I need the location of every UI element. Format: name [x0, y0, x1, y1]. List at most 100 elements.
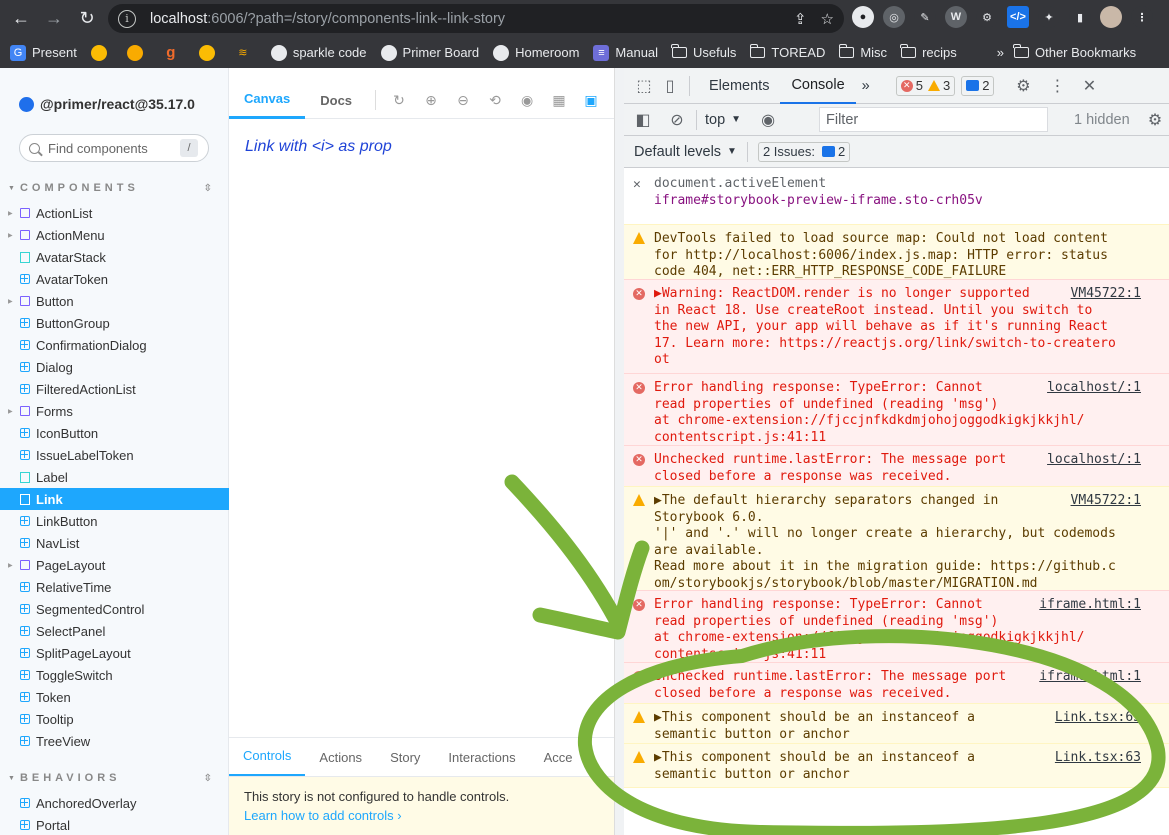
device-toolbar-icon[interactable]: ▯: [659, 75, 681, 97]
tab-elements[interactable]: Elements: [698, 68, 780, 104]
expand-collapse-icon[interactable]: ⇳: [204, 183, 212, 194]
filter-input[interactable]: Filter: [819, 107, 1048, 132]
bookmark-icon-face[interactable]: [126, 44, 149, 61]
console-entry[interactable]: ✕ Error handling response: TypeError: Can…: [624, 373, 1169, 451]
behaviors-section-header[interactable]: ▼ BEHAVIORS ⇳: [8, 772, 212, 784]
sidebar-item-actionmenu[interactable]: ▶ ActionMenu: [0, 224, 229, 246]
sidebar-item-button[interactable]: ▶ Button: [0, 290, 229, 312]
components-section-header[interactable]: ▼ COMPONENTS ⇳: [8, 182, 212, 194]
error-warning-badge[interactable]: ✕ 5 3: [895, 75, 956, 96]
source-link[interactable]: Link.tsx:63: [1048, 750, 1141, 767]
bookmark-misc[interactable]: Misc: [838, 44, 887, 60]
grid-icon[interactable]: ▦: [550, 91, 568, 109]
tab-console[interactable]: Console: [780, 68, 856, 104]
bookmark-present[interactable]: G Present: [10, 44, 77, 61]
accessibility-icon[interactable]: ◉: [518, 91, 536, 109]
issues-button[interactable]: 2 Issues: 2: [757, 141, 851, 162]
extension-icon[interactable]: W: [945, 6, 967, 28]
more-tabs-button[interactable]: »: [856, 68, 876, 104]
sidebar-item-token[interactable]: Token: [0, 686, 229, 708]
more-options-icon[interactable]: ⋮: [1046, 75, 1068, 97]
console-entry[interactable]: ✕ Error handling response: TypeError: Can…: [624, 590, 1169, 668]
sidebar-item-pagelayout[interactable]: ▶ PageLayout: [0, 554, 229, 576]
bookmark-manual[interactable]: ≡ Manual: [593, 44, 658, 61]
side-panel-icon[interactable]: ▮: [1069, 6, 1091, 28]
extension-icon[interactable]: ✎: [914, 6, 936, 28]
share-icon[interactable]: ⇪: [794, 10, 807, 28]
learn-controls-link[interactable]: Learn how to add controls ›: [244, 808, 608, 823]
bookmark-toread[interactable]: TOREAD: [749, 44, 825, 60]
remount-icon[interactable]: ↻: [390, 91, 408, 109]
zoom-in-icon[interactable]: ⊕: [422, 91, 440, 109]
levels-select[interactable]: Default levels ▼: [634, 144, 737, 160]
source-link[interactable]: localhost/:1: [1041, 452, 1141, 469]
close-icon[interactable]: ✕: [1078, 75, 1100, 97]
sidebar-item-navlist[interactable]: NavList: [0, 532, 229, 554]
tab-story[interactable]: Story: [376, 738, 434, 776]
sidebar-item-iconbutton[interactable]: IconButton: [0, 422, 229, 444]
sidebar-item-issuelabeltoken[interactable]: IssueLabelToken: [0, 444, 229, 466]
extension-icon[interactable]: ●: [852, 6, 874, 28]
console-entry[interactable]: ✕ Unchecked runtime.lastError: The messag…: [624, 445, 1169, 490]
context-select[interactable]: top ▼: [705, 112, 741, 128]
code-extension-icon[interactable]: </>: [1007, 6, 1029, 28]
settings-icon[interactable]: ⚙: [1012, 75, 1034, 97]
sidebar-item-linkbutton[interactable]: LinkButton: [0, 510, 229, 532]
inspect-element-icon[interactable]: ⬚: [633, 75, 655, 97]
menu-icon[interactable]: ⋮: [1131, 6, 1153, 28]
sidebar-item-relativetime[interactable]: RelativeTime: [0, 576, 229, 598]
sidebar-item-anchoredoverlay[interactable]: AnchoredOverlay: [0, 792, 229, 814]
brand[interactable]: @primer/react@35.17.0: [19, 96, 195, 112]
sidebar-item-avatarstack[interactable]: AvatarStack: [0, 246, 229, 268]
sidebar-item-link[interactable]: Link: [0, 488, 229, 510]
link-story-preview[interactable]: Link with <i> as prop: [245, 138, 392, 156]
messages-badge[interactable]: 2: [961, 75, 995, 96]
background-icon[interactable]: ▣: [582, 91, 600, 109]
bookmark-usefuls[interactable]: Usefuls: [671, 44, 736, 60]
source-link[interactable]: VM45722:1: [1064, 286, 1141, 303]
bookmark-icon-stack[interactable]: ≋: [235, 45, 257, 61]
search-input[interactable]: Find components /: [19, 134, 209, 162]
source-link[interactable]: iframe.html:1: [1033, 597, 1141, 614]
sidebar-item-actionlist[interactable]: ▶ ActionList: [0, 202, 229, 224]
clear-console-icon[interactable]: ⊘: [666, 109, 688, 131]
console-entry[interactable]: ✕ ▶Warning: ReactDOM.render is no longer …: [624, 279, 1169, 374]
sidebar-item-selectpanel[interactable]: SelectPanel: [0, 620, 229, 642]
sidebar-item-treeview[interactable]: TreeView: [0, 730, 229, 752]
avatar[interactable]: [1100, 6, 1122, 28]
console-entry[interactable]: ✕ document.activeElement iframe#storybook-…: [624, 170, 1169, 213]
reload-icon[interactable]: ↻: [72, 4, 102, 34]
zoom-out-icon[interactable]: ⊖: [454, 91, 472, 109]
forward-icon[interactable]: →: [39, 4, 69, 34]
other-bookmarks[interactable]: Other Bookmarks: [1013, 44, 1136, 60]
eye-icon[interactable]: ◉: [757, 109, 779, 131]
sidebar-toggle-icon[interactable]: ◧: [632, 109, 654, 131]
bookmark-icon-yellow[interactable]: [90, 44, 113, 61]
source-link[interactable]: VM45722:1: [1064, 493, 1141, 510]
bookmark-icon-clock[interactable]: [198, 44, 221, 61]
source-link[interactable]: Link.tsx:63: [1048, 710, 1141, 727]
back-icon[interactable]: ←: [6, 4, 36, 34]
sidebar-item-confirmationdialog[interactable]: ConfirmationDialog: [0, 334, 229, 356]
sidebar-item-avatartoken[interactable]: AvatarToken: [0, 268, 229, 290]
console-entry[interactable]: ▶This component should be an instanceof …: [624, 743, 1169, 788]
sidebar-item-dialog[interactable]: Dialog: [0, 356, 229, 378]
sidebar-item-splitpagelayout[interactable]: SplitPageLayout: [0, 642, 229, 664]
console-entry[interactable]: DevTools failed to load source map: Coul…: [624, 224, 1169, 286]
bookmarks-overflow-button[interactable]: »: [997, 45, 1004, 60]
tab-docs[interactable]: Docs: [305, 82, 367, 119]
sidebar-item-filteredactionlist[interactable]: FilteredActionList: [0, 378, 229, 400]
bookmark-icon-g[interactable]: g: [163, 44, 185, 61]
bookmark-primer-board[interactable]: Primer Board: [380, 44, 479, 61]
tab-accessibility[interactable]: Acce: [530, 738, 587, 776]
bookmark-homeroom[interactable]: Homeroom: [493, 44, 579, 61]
puzzle-icon[interactable]: ✦: [1038, 6, 1060, 28]
console-entry[interactable]: ✕ Unchecked runtime.lastError: The messag…: [624, 662, 1169, 707]
reset-zoom-icon[interactable]: ⟲: [486, 91, 504, 109]
console-entry[interactable]: ▶This component should be an instanceof …: [624, 703, 1169, 748]
sidebar-item-forms[interactable]: ▶ Forms: [0, 400, 229, 422]
extension-icon[interactable]: ◎: [883, 6, 905, 28]
source-link[interactable]: iframe.html:1: [1033, 669, 1141, 686]
sidebar-item-tooltip[interactable]: Tooltip: [0, 708, 229, 730]
tab-controls[interactable]: Controls: [229, 738, 306, 776]
